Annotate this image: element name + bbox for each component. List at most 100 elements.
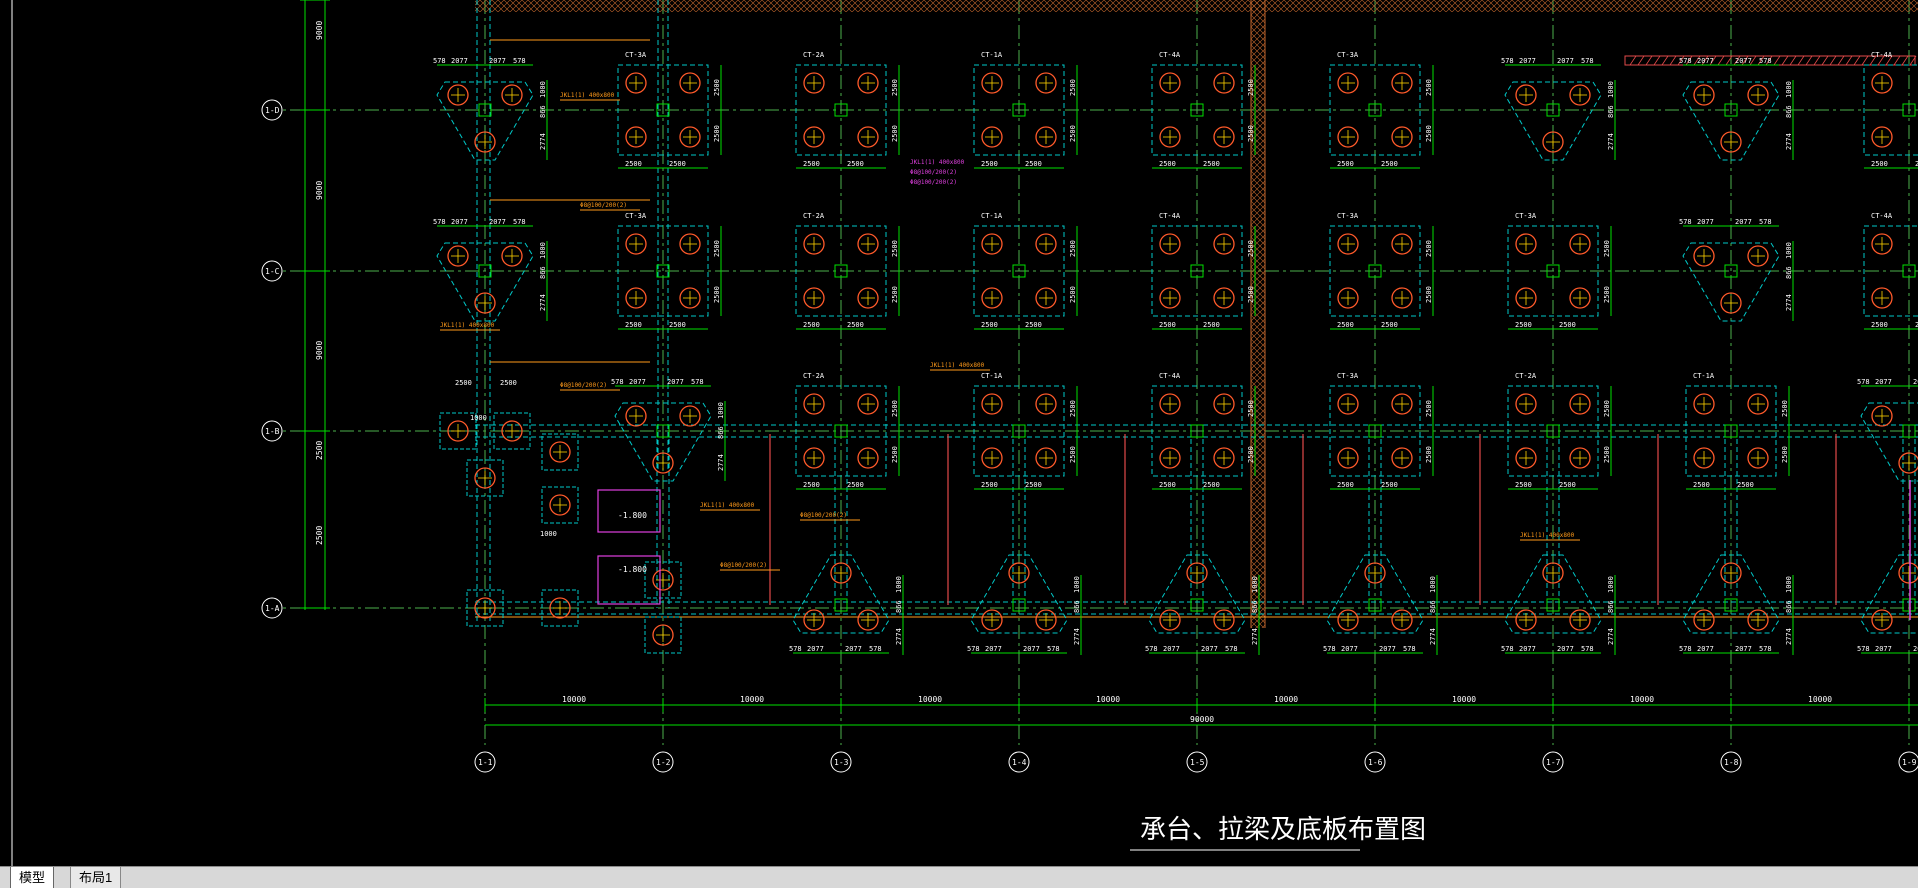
tab-layout1[interactable]: 布局1 [70, 867, 122, 888]
cap-dim-text: 1000 [1429, 576, 1437, 593]
axis-bubble-label: 1-1 [478, 758, 493, 767]
red-hatch-stroke [1653, 55, 1661, 66]
cap-dim-text: 2500 [669, 160, 686, 168]
cap-dim-text: 2077 [1519, 57, 1536, 65]
tab-model[interactable]: 模型 [10, 867, 55, 888]
cap-label: CT-3A [1337, 212, 1359, 220]
cap-dim-text: 2500 [713, 240, 721, 257]
axis-bubble-label: 1-D [265, 106, 280, 115]
elevation-label: -1.800 [618, 565, 647, 574]
cap-dim-text: 2500 [1603, 400, 1611, 417]
red-hatch-stroke [1781, 55, 1789, 66]
cap-dim-text: 2774 [717, 454, 725, 471]
cap-dim-text: 2500 [1069, 286, 1077, 303]
cap-dim-text: 2077 [629, 378, 646, 386]
cap-dim-text: 866 [1073, 600, 1081, 613]
cap-dim-text: 2500 [1203, 321, 1220, 329]
cap-dim-text: 2077 [1557, 645, 1574, 653]
red-hatch-stroke [1901, 55, 1909, 66]
cap-dim-text: 2500 [1069, 125, 1077, 142]
cap-dim-text: 2500 [1515, 321, 1532, 329]
annotation-text: JKL1(1) 400x800 [560, 92, 615, 99]
cad-model-space[interactable]: CT-3A CT-2A CT-1A CT-4A CT-3A CT-4A CT-3A CT-2A… [0, 0, 1918, 866]
magenta-note: Φ8@100/200(2) [910, 179, 957, 186]
cap-dim-text: 1000 [1785, 242, 1793, 259]
cap-label: CT-2A [803, 51, 825, 59]
cap-dim-text: 2500 [713, 125, 721, 142]
axis-bubble-label: 1-A [265, 604, 280, 613]
cap-dim-text: 2077 [1697, 57, 1714, 65]
cap-dim-text: 578 [1679, 218, 1692, 226]
axis-bubble-label: 1-2 [656, 758, 671, 767]
cap-dim-text: 578 [1047, 645, 1060, 653]
cap-dim-text: 2500 [803, 321, 820, 329]
red-hatch-stroke [1717, 55, 1725, 66]
cap-dim-text: 2077 [845, 645, 862, 653]
structural-drawing[interactable]: CT-3A CT-2A CT-1A CT-4A CT-3A CT-4A CT-3A CT-2A… [0, 0, 1918, 866]
cap-dim-text: 2077 [1735, 645, 1752, 653]
cap-dim-text: 2500 [1515, 481, 1532, 489]
cap-dim-text: 2774 [1429, 628, 1437, 645]
cap-dim-text: 2500 [1425, 125, 1433, 142]
cap-dim-text: 2077 [451, 218, 468, 226]
cap-dim-text: 866 [1607, 105, 1615, 118]
cap-dim-text: 2077 [1875, 378, 1892, 386]
cap-dim-text: 866 [1785, 266, 1793, 279]
cap-label: CT-4A [1159, 372, 1181, 380]
cap-dim-text: 2500 [1069, 446, 1077, 463]
cap-dim-text: 2500 [1737, 481, 1754, 489]
axis-bubble-label: 1-7 [1546, 758, 1561, 767]
cap-dim-text: 866 [1251, 600, 1259, 613]
cap-dim-text: 2500 [1559, 321, 1576, 329]
axis-bubble-label: 1-5 [1190, 758, 1205, 767]
cap-dim-text: 2500 [891, 240, 899, 257]
cap-dim-text: 2500 [1247, 125, 1255, 142]
cap-label: CT-2A [803, 372, 825, 380]
red-hatch-stroke [1637, 55, 1645, 66]
cap-dim-text: 2774 [1607, 628, 1615, 645]
cap-label: CT-1A [981, 51, 1003, 59]
layout-tab-bar: 模型 布局1 [0, 866, 1918, 888]
corner-dim-text: 2500 [455, 379, 472, 387]
cap-dim-text: 1000 [539, 242, 547, 259]
cap-dim-text: 2077 [1913, 645, 1918, 653]
cap-dim-text: 2500 [625, 160, 642, 168]
cap-dim-text: 1000 [1251, 576, 1259, 593]
bay-dimension-text: 10000 [562, 695, 586, 704]
cap-label: CT-3A [1337, 372, 1359, 380]
cap-dim-text: 2500 [625, 321, 642, 329]
cap-dim-text: 866 [539, 266, 547, 279]
cap-dim-text: 2500 [669, 321, 686, 329]
cap-dim-text: 578 [967, 645, 980, 653]
cap-dim-text: 2500 [1337, 160, 1354, 168]
cap-dim-text: 578 [869, 645, 882, 653]
cap-dim-text: 1000 [1607, 576, 1615, 593]
cap-dim-text: 1000 [1785, 576, 1793, 593]
cap-dim-text: 2500 [1247, 446, 1255, 463]
drawing-title: 承台、拉梁及底板布置图 [1140, 815, 1426, 845]
cap-dim-text: 578 [1857, 378, 1870, 386]
cap-label: CT-4A [1159, 51, 1181, 59]
bay-dimension-text: 10000 [1630, 695, 1654, 704]
axis-grid [11, 0, 1918, 866]
cap-dim-text: 2500 [1159, 321, 1176, 329]
red-hatch-stroke [1821, 55, 1829, 66]
red-hatch-stroke [1661, 55, 1669, 66]
total-dimension-text: 90000 [1190, 715, 1214, 724]
cap-dim-text: 2500 [1781, 446, 1789, 463]
cap-dim-text: 2500 [1069, 400, 1077, 417]
cap-dim-text: 2500 [1069, 79, 1077, 96]
corner-dim-text: 2500 [500, 379, 517, 387]
axis-bubble-label: 1-6 [1368, 758, 1383, 767]
axis-bubble-label: 1-9 [1902, 758, 1917, 767]
cap-dim-text: 2500 [1247, 240, 1255, 257]
annotation-text: JKL1(1) 400x800 [930, 362, 985, 369]
cap-dim-text: 2500 [1025, 481, 1042, 489]
cap-dim-text: 866 [717, 426, 725, 439]
top-hatch-band [475, 0, 1918, 12]
bay-dimension-text: 10000 [1808, 695, 1832, 704]
axis-bubble-label: 1-C [265, 267, 280, 276]
cap-dim-text: 2500 [981, 481, 998, 489]
row-dimension-text: 2500 [315, 441, 324, 460]
annotation-text: Φ8@100/200(2) [560, 382, 607, 389]
